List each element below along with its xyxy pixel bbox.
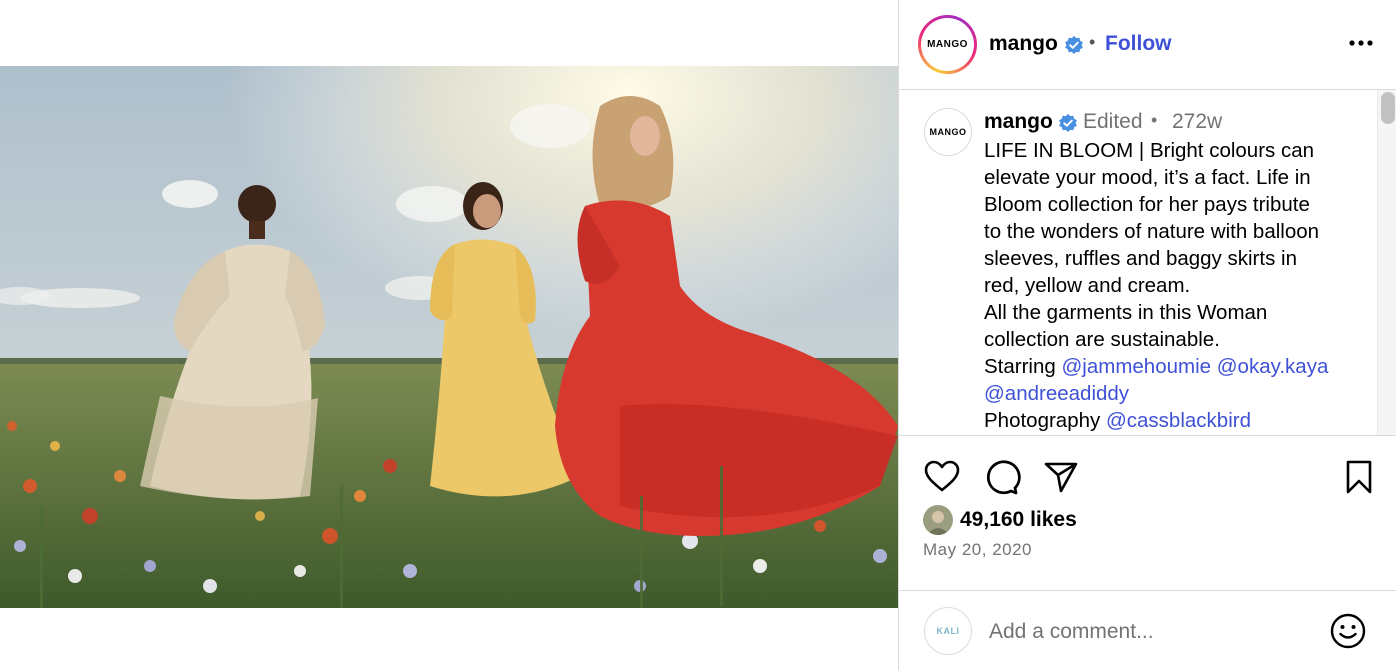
- post-age[interactable]: 272w: [1172, 110, 1222, 134]
- follow-button[interactable]: Follow: [1105, 32, 1172, 56]
- header-separator: •: [1089, 32, 1096, 52]
- post-photo-illustration: [0, 66, 898, 608]
- paper-plane-icon[interactable]: [1041, 457, 1081, 497]
- caption-separator: •: [1151, 110, 1158, 130]
- heart-icon[interactable]: [922, 457, 962, 497]
- post-panel: MANGO mango • Follow MANGO mango Edited …: [898, 0, 1396, 670]
- current-user-avatar-text: KALI: [936, 626, 960, 636]
- starring-line-continued: @andreeadiddy: [984, 380, 1364, 407]
- starring-line: Starring @jammehoumie @okay.kaya: [984, 353, 1364, 380]
- more-options-icon[interactable]: [1347, 30, 1377, 56]
- mention-link[interactable]: @andreeadiddy: [984, 382, 1129, 405]
- liker-avatar[interactable]: [923, 505, 953, 535]
- caption-scrollbar[interactable]: [1377, 90, 1396, 435]
- comment-icon[interactable]: [981, 457, 1021, 497]
- comment-bar: KALI: [899, 590, 1396, 670]
- caption-avatar-text: MANGO: [929, 127, 967, 137]
- mention-link[interactable]: @jammehoumie: [1061, 355, 1211, 378]
- caption-avatar[interactable]: MANGO: [924, 108, 972, 156]
- caption-line: to the wonders of nature with balloon: [984, 220, 1320, 243]
- brand-logo-text: MANGO: [927, 39, 968, 50]
- caption-line: sleeves, ruffles and baggy skirts in: [984, 247, 1297, 270]
- post-photo[interactable]: [0, 66, 898, 608]
- post-actions: [899, 437, 1396, 517]
- mention-link[interactable]: @cassblackbird: [1106, 409, 1251, 432]
- post-header: MANGO mango • Follow: [899, 0, 1396, 90]
- profile-avatar[interactable]: MANGO: [918, 15, 977, 74]
- header-username[interactable]: mango: [989, 32, 1058, 56]
- photography-label: Photography: [984, 409, 1101, 432]
- caption-username[interactable]: mango: [984, 110, 1053, 134]
- smiley-icon[interactable]: [1329, 612, 1367, 650]
- edited-label: Edited: [1083, 110, 1143, 133]
- caption-text: LIFE IN BLOOM | Bright colours can eleva…: [984, 137, 1364, 434]
- scrollbar-thumb[interactable]: [1381, 92, 1395, 124]
- profile-avatar-inner: MANGO: [921, 18, 974, 71]
- photography-line: Photography @cassblackbird: [984, 407, 1364, 434]
- caption-line: elevate your mood, it’s a fact. Life in: [984, 166, 1311, 189]
- post-date[interactable]: May 20, 2020: [923, 540, 1032, 560]
- caption-line: red, yellow and cream.: [984, 274, 1191, 297]
- caption-line: collection are sustainable.: [984, 328, 1220, 351]
- starring-label: Starring: [984, 355, 1056, 378]
- caption-line: LIFE IN BLOOM | Bright colours can: [984, 139, 1315, 162]
- caption-line: Bloom collection for her pays tribute: [984, 193, 1310, 216]
- verified-badge-icon: [1058, 113, 1078, 133]
- post-media-pane: [0, 0, 898, 670]
- caption-section: MANGO mango Edited • 272w LIFE IN BLOOM …: [899, 90, 1396, 436]
- comment-input[interactable]: [989, 617, 1309, 647]
- mention-link[interactable]: @okay.kaya: [1217, 355, 1329, 378]
- current-user-avatar[interactable]: KALI: [924, 607, 972, 655]
- caption-line: All the garments in this Woman: [984, 301, 1268, 324]
- likes-count[interactable]: 49,160 likes: [960, 508, 1077, 532]
- bookmark-icon[interactable]: [1339, 457, 1379, 497]
- verified-badge-icon: [1064, 35, 1084, 55]
